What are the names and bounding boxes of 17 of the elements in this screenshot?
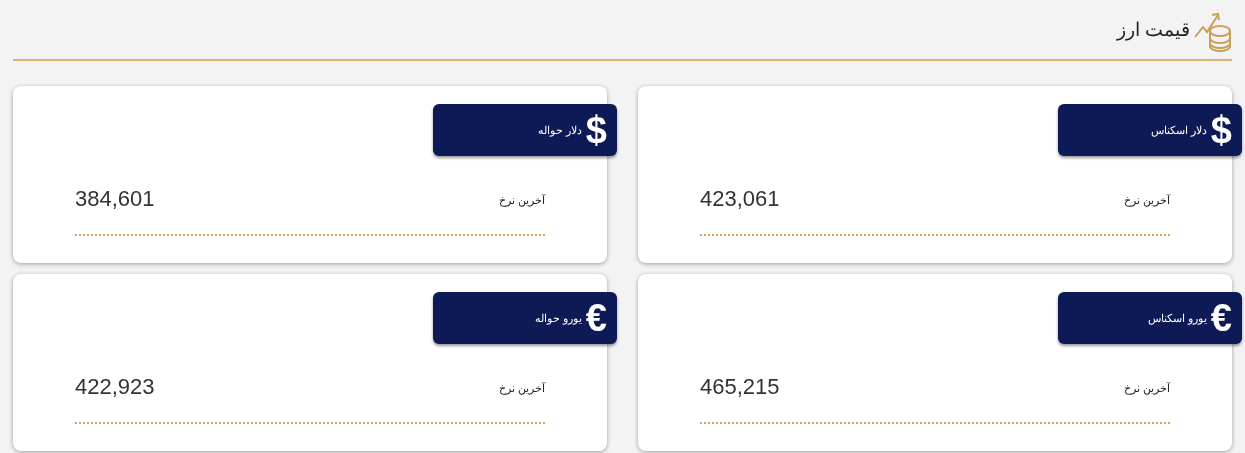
rate-value: 423,061: [700, 186, 780, 212]
rate-value: 384,601: [75, 186, 155, 212]
rate-label: آخرین نرخ: [498, 194, 545, 207]
currency-symbol: $: [585, 111, 607, 149]
currency-symbol: €: [585, 299, 607, 337]
rate-label: آخرین نرخ: [1123, 382, 1170, 395]
currency-name: دلار اسکناس: [1150, 123, 1207, 137]
rate-label: آخرین نرخ: [1123, 194, 1170, 207]
rate-label: آخرین نرخ: [498, 382, 545, 395]
currency-name: یورو اسکناس: [1147, 311, 1207, 325]
currency-symbol: $: [1210, 111, 1232, 149]
rate-value: 465,215: [700, 374, 780, 400]
currency-name: یورو حواله: [534, 311, 582, 325]
currency-name: دلار حواله: [537, 123, 582, 137]
rate-value: 422,923: [75, 374, 155, 400]
section-title: قیمت ارز: [1116, 18, 1190, 41]
currency-symbol: €: [1210, 299, 1232, 337]
